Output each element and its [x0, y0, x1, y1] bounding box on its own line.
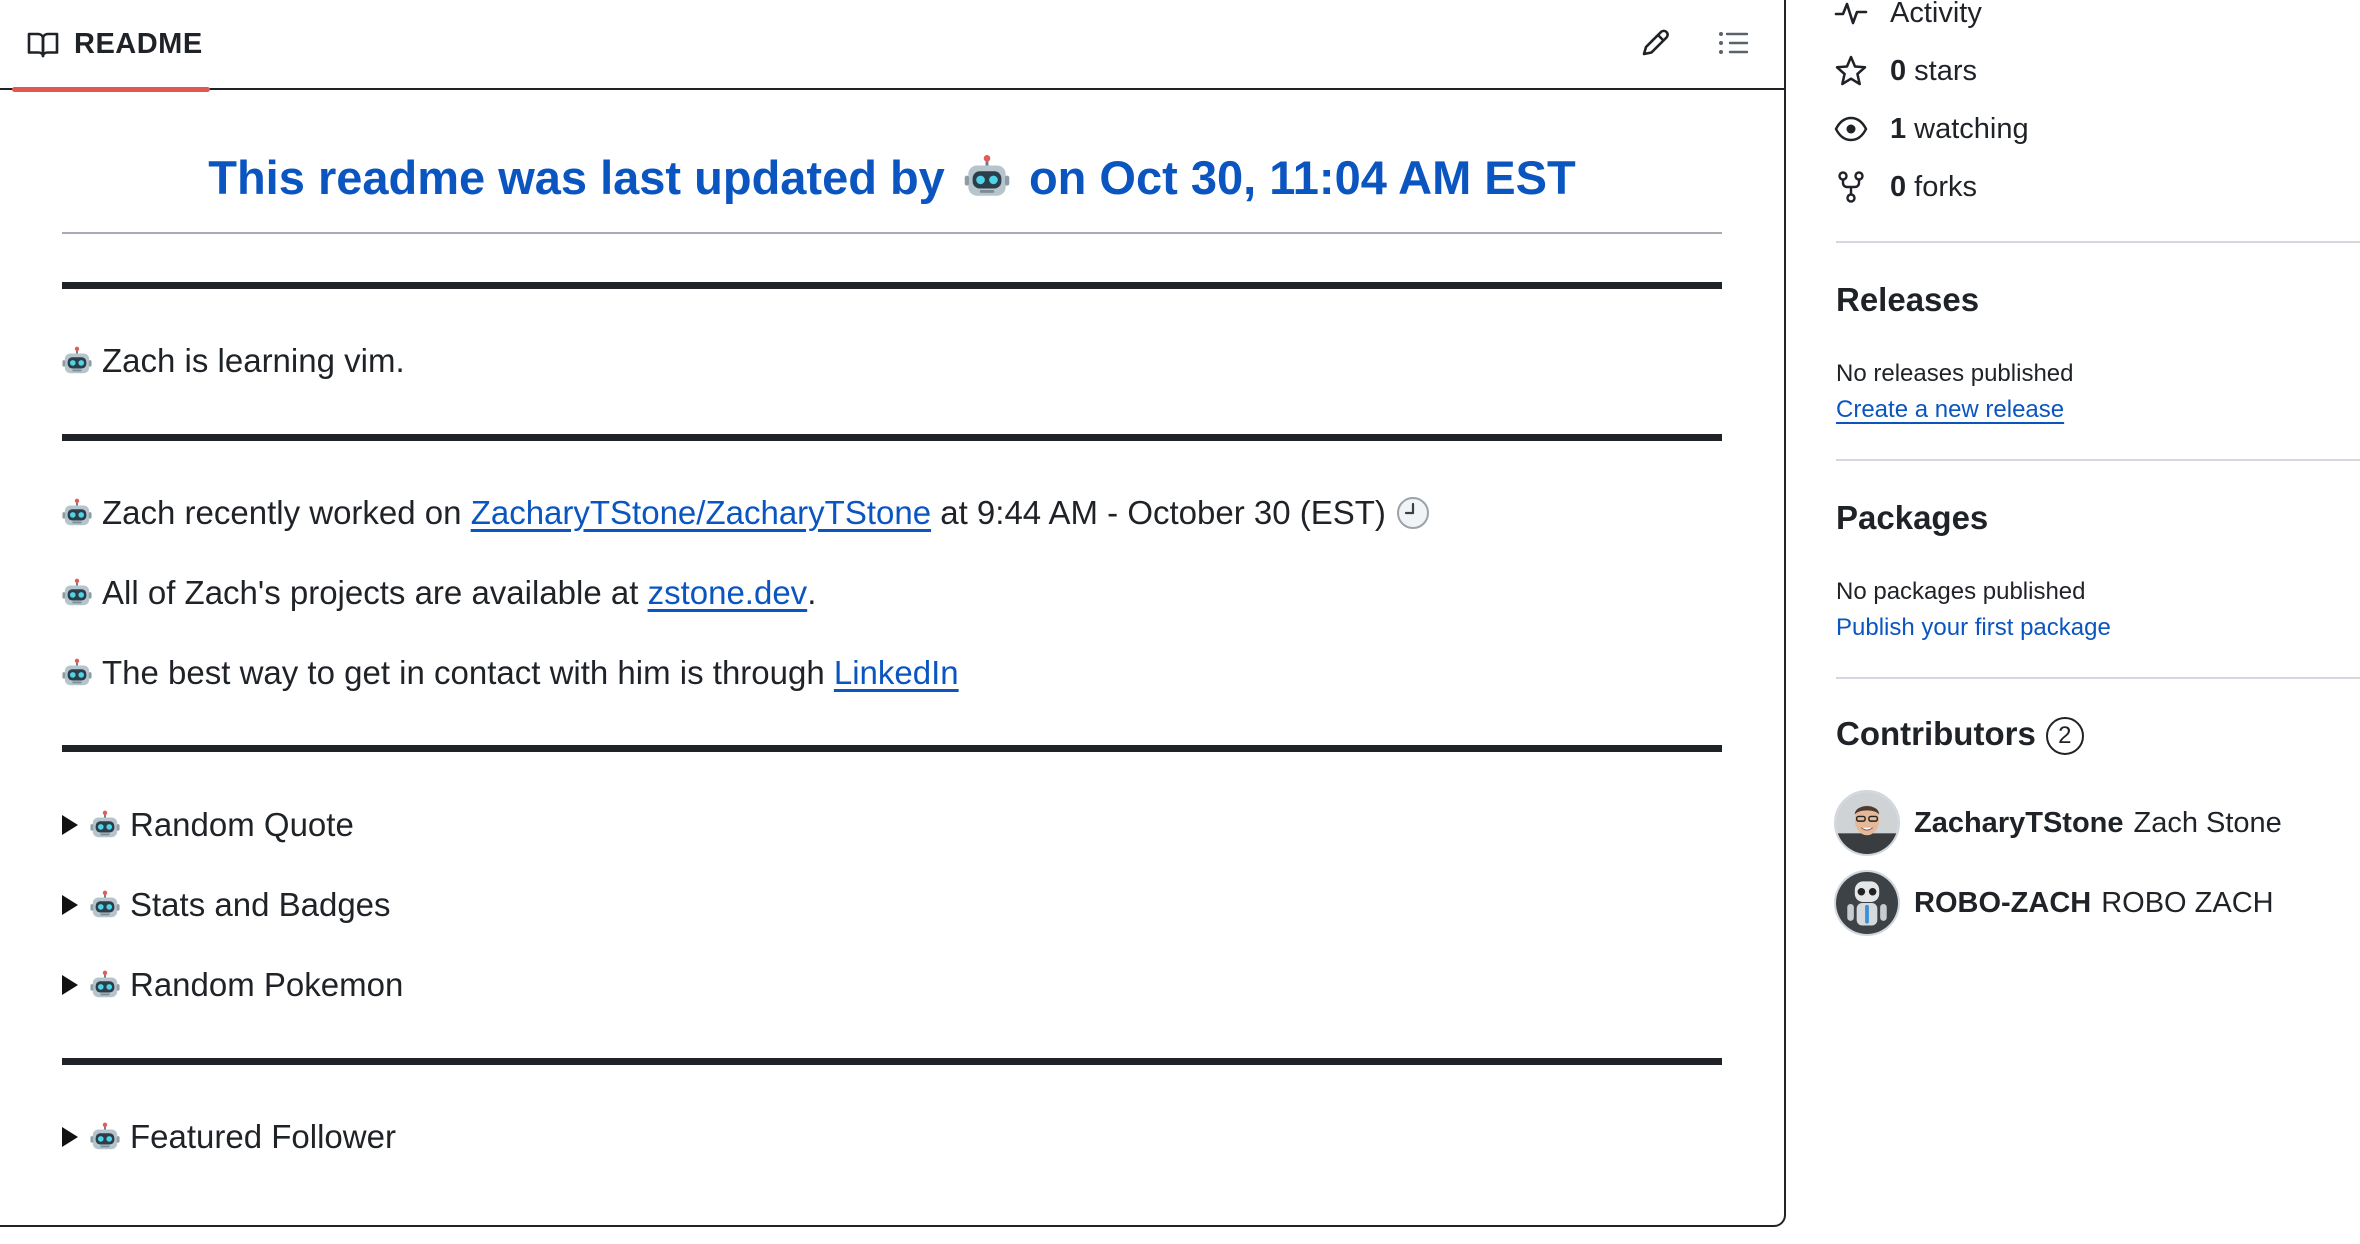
fork-icon [1838, 171, 1864, 203]
projects-prefix: All of Zach's projects are available at [102, 574, 639, 611]
expand-triangle-icon [62, 975, 78, 995]
robot-icon [90, 810, 120, 840]
recent-repo-link[interactable]: ZacharyTStone/ZacharyTStone [471, 494, 931, 532]
watching-count: 1 [1890, 112, 1907, 145]
readme-title: This readme was last updated by on Oct 3… [62, 150, 1722, 205]
releases-empty-text: No releases published [1836, 360, 2074, 387]
divider [62, 434, 1722, 441]
recent-suffix: at 9:44 AM - October 30 (EST) [940, 494, 1386, 531]
robot-icon [62, 658, 92, 688]
divider [62, 745, 1722, 752]
contributors-count-badge: 2 [2045, 717, 2084, 756]
divider [62, 282, 1722, 289]
contributor-name: ROBO ZACH [2101, 886, 2274, 919]
contributors-heading[interactable]: Contributors 2 [1836, 715, 2084, 756]
create-release-link[interactable]: Create a new release [1836, 396, 2064, 424]
avatar[interactable] [1834, 870, 1900, 936]
contributor-name: Zach Stone [2133, 806, 2282, 839]
title-prefix: This readme was last updated by [208, 151, 945, 204]
linkedin-link[interactable]: LinkedIn [834, 654, 959, 692]
avatar[interactable] [1834, 790, 1900, 856]
details-random-quote[interactable]: Random Quote [62, 806, 354, 844]
expand-triangle-icon [62, 1127, 78, 1147]
title-divider [62, 232, 1722, 234]
details-stats-badges[interactable]: Stats and Badges [62, 886, 391, 924]
details-label: Random Quote [130, 806, 354, 843]
contributor-login[interactable]: ZacharyTStone [1914, 807, 2124, 840]
learning-text: Zach is learning vim. [102, 342, 405, 379]
forks-link[interactable]: 0 forks [1834, 170, 1977, 204]
details-featured-follower[interactable]: Featured Follower [62, 1118, 396, 1156]
clock-icon [1396, 497, 1429, 529]
watching-link[interactable]: 1 watching [1834, 112, 2029, 146]
details-label: Featured Follower [130, 1118, 396, 1155]
active-tab-underline [12, 87, 210, 92]
publish-package-link[interactable]: Publish your first package [1836, 614, 2111, 642]
robot-icon [62, 578, 92, 608]
activity-label: Activity [1890, 0, 1982, 29]
robot-icon [62, 346, 92, 376]
robot-icon [90, 890, 120, 920]
projects-link[interactable]: zstone.dev [648, 574, 808, 612]
book-icon [27, 32, 59, 58]
readme-tab-label: README [74, 27, 203, 60]
projects-suffix: . [807, 574, 817, 611]
stars-count: 0 [1890, 54, 1907, 87]
star-icon [1835, 55, 1867, 86]
contributor-row[interactable]: ZacharyTStone Zach Stone [1834, 790, 2282, 856]
expand-triangle-icon [62, 815, 78, 835]
sidebar-divider [1836, 241, 2360, 243]
contributors-label: Contributors [1836, 715, 2036, 752]
learning-line: Zach is learning vim. [62, 342, 405, 380]
divider [62, 1058, 1722, 1065]
title-suffix: on Oct 30, 11:04 AM EST [1028, 151, 1576, 204]
packages-heading[interactable]: Packages [1836, 499, 1988, 537]
forks-count: 0 [1890, 170, 1907, 203]
outline-list-icon[interactable] [1716, 26, 1750, 60]
contributor-row[interactable]: ROBO-ZACH ROBO ZACH [1834, 870, 2274, 936]
recent-work-line: Zach recently worked on ZacharyTStone/Za… [62, 494, 1430, 532]
stars-link[interactable]: 0 stars [1834, 54, 1977, 88]
stars-label: stars [1914, 54, 1977, 87]
watching-label: watching [1914, 112, 2029, 145]
packages-empty-text: No packages published [1836, 578, 2086, 605]
expand-triangle-icon [62, 895, 78, 915]
pencil-icon[interactable] [1638, 26, 1672, 60]
readme-header: README [0, 0, 1784, 92]
activity-link[interactable]: Activity [1834, 0, 1982, 30]
details-label: Stats and Badges [130, 886, 391, 923]
robot-icon [964, 154, 1010, 200]
sidebar-divider [1836, 677, 2360, 679]
pulse-icon [1834, 2, 1868, 25]
contributor-login[interactable]: ROBO-ZACH [1914, 887, 2091, 920]
forks-label: forks [1914, 170, 1977, 203]
details-random-pokemon[interactable]: Random Pokemon [62, 966, 403, 1004]
eye-icon [1834, 116, 1868, 142]
contact-line: The best way to get in contact with him … [62, 654, 959, 692]
robot-icon [90, 970, 120, 1000]
robot-icon [90, 1122, 120, 1152]
robot-icon [62, 498, 92, 528]
details-label: Random Pokemon [130, 966, 404, 1003]
projects-line: All of Zach's projects are available at … [62, 574, 816, 612]
contact-prefix: The best way to get in contact with him … [102, 654, 825, 691]
sidebar-divider [1836, 459, 2360, 461]
releases-heading[interactable]: Releases [1836, 281, 1979, 319]
recent-prefix: Zach recently worked on [102, 494, 462, 531]
tab-readme[interactable]: README [12, 0, 210, 92]
